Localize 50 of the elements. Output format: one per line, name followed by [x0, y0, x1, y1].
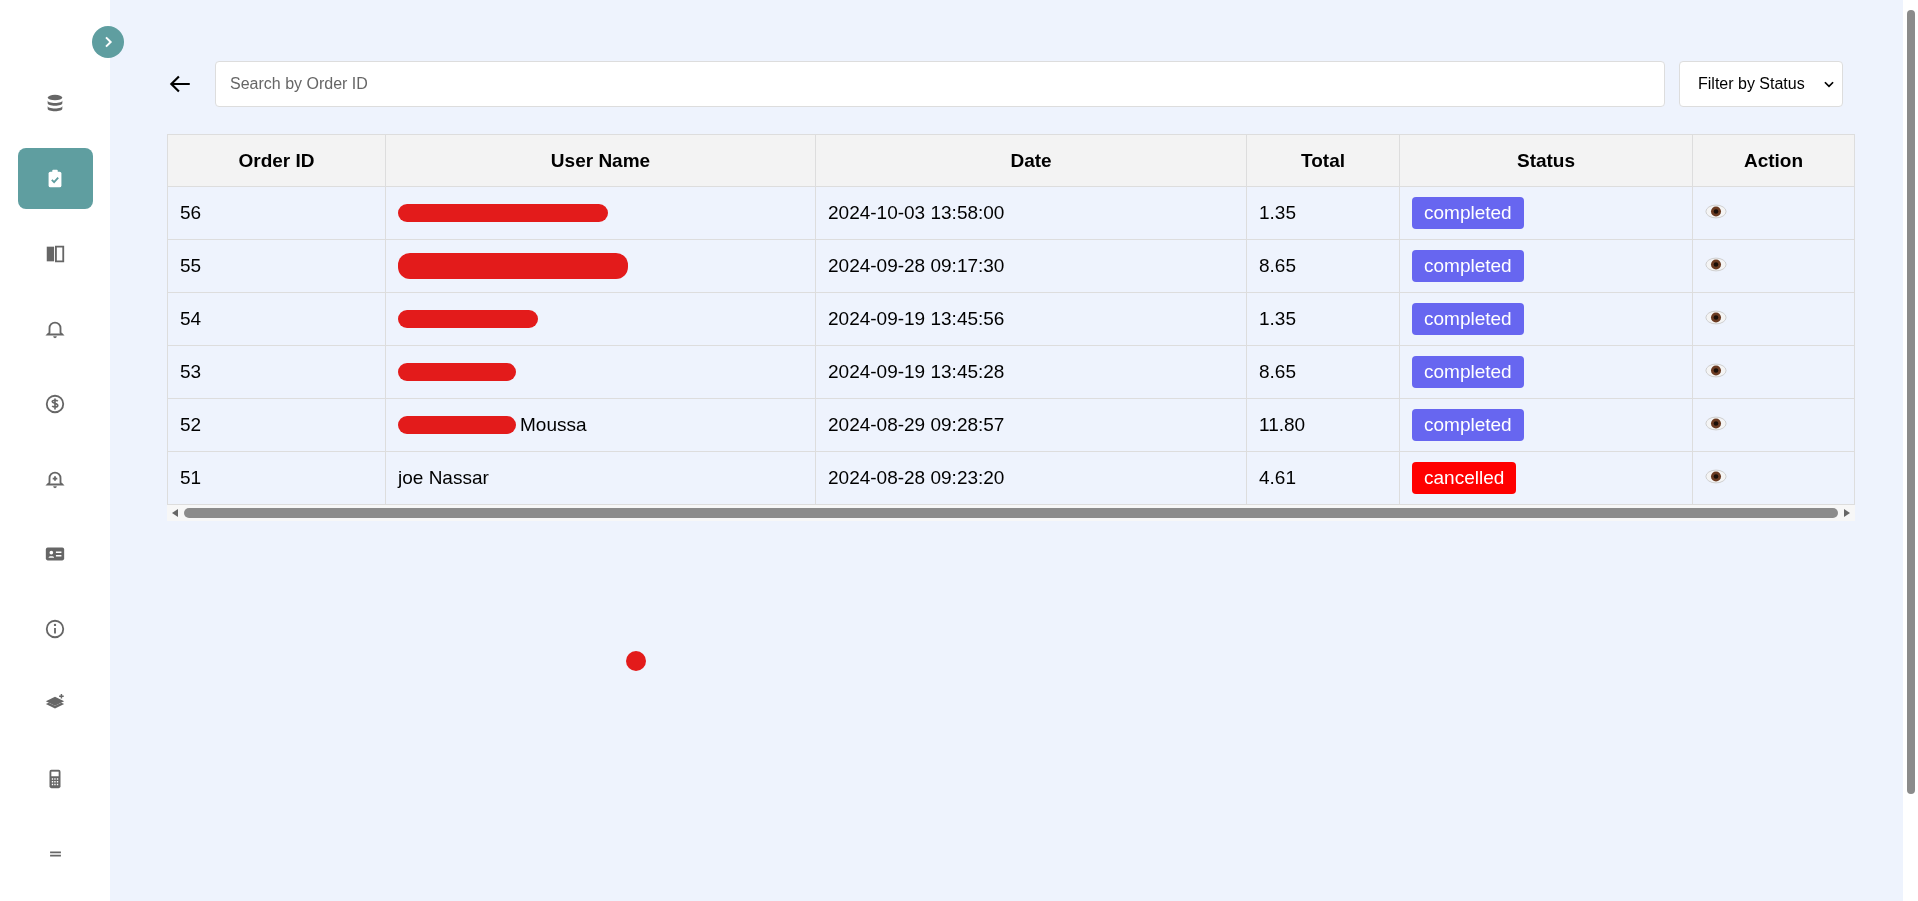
table-cell: 52	[167, 398, 386, 452]
status-badge: cancelled	[1412, 462, 1517, 494]
view-eye-icon[interactable]	[1705, 204, 1727, 219]
table-cell: 2024-09-19 13:45:28	[815, 345, 1247, 399]
view-eye-icon[interactable]	[1705, 416, 1727, 431]
column-header: Action	[1692, 134, 1855, 187]
view-eye-icon[interactable]	[1705, 310, 1727, 325]
table-cell: 2024-08-29 09:28:57	[815, 398, 1247, 452]
table-cell: 2024-10-03 13:58:00	[815, 186, 1247, 240]
page-scrollbar[interactable]	[1903, 0, 1918, 901]
table-cell: 8.65	[1246, 345, 1400, 399]
user-name: joe Nassar	[398, 467, 489, 489]
scroll-right-icon[interactable]	[1842, 508, 1852, 518]
user-name: Moussa	[520, 414, 587, 436]
view-eye-icon[interactable]	[1705, 363, 1727, 378]
column-header: Status	[1399, 134, 1693, 187]
table-cell: 51	[167, 451, 386, 505]
sidebar-item[interactable]	[17, 148, 93, 209]
table-cell: 2024-09-19 13:45:56	[815, 292, 1247, 346]
status-badge: completed	[1412, 250, 1524, 282]
table-cell: 54	[167, 292, 386, 346]
table-cell: 53	[167, 345, 386, 399]
status-badge: completed	[1412, 356, 1524, 388]
status-badge: completed	[1412, 409, 1524, 441]
column-header: Total	[1246, 134, 1400, 187]
equals-icon	[48, 850, 62, 857]
view-eye-icon[interactable]	[1705, 257, 1727, 272]
cursor-dot	[626, 651, 646, 671]
table-cell: 2024-09-28 09:17:30	[815, 239, 1247, 293]
table-cell: 8.65	[1246, 239, 1400, 293]
table-cell: 1.35	[1246, 186, 1400, 240]
table-cell: 1.35	[1246, 292, 1400, 346]
expand-toggle-icon[interactable]	[92, 26, 124, 58]
table-cell: 4.61	[1246, 451, 1400, 505]
status-badge: completed	[1412, 197, 1524, 229]
view-eye-icon[interactable]	[1705, 469, 1727, 484]
table-cell: 2024-08-28 09:23:20	[815, 451, 1247, 505]
search-field[interactable]: Search by Order ID	[215, 61, 1665, 107]
column-header: User Name	[385, 134, 816, 187]
column-header: Order ID	[167, 134, 386, 187]
info-icon	[44, 617, 66, 640]
table-cell: 55	[167, 239, 386, 293]
status-badge: completed	[1412, 303, 1524, 335]
column-header: Date	[815, 134, 1247, 187]
scroll-left-icon[interactable]	[170, 508, 180, 518]
horizontal-scrollbar[interactable]	[167, 505, 1855, 521]
filter-dropdown[interactable]: Filter by Status	[1679, 61, 1843, 107]
table-cell: 11.80	[1246, 398, 1400, 452]
dollar-icon	[44, 392, 66, 415]
table-cell: 56	[167, 186, 386, 240]
